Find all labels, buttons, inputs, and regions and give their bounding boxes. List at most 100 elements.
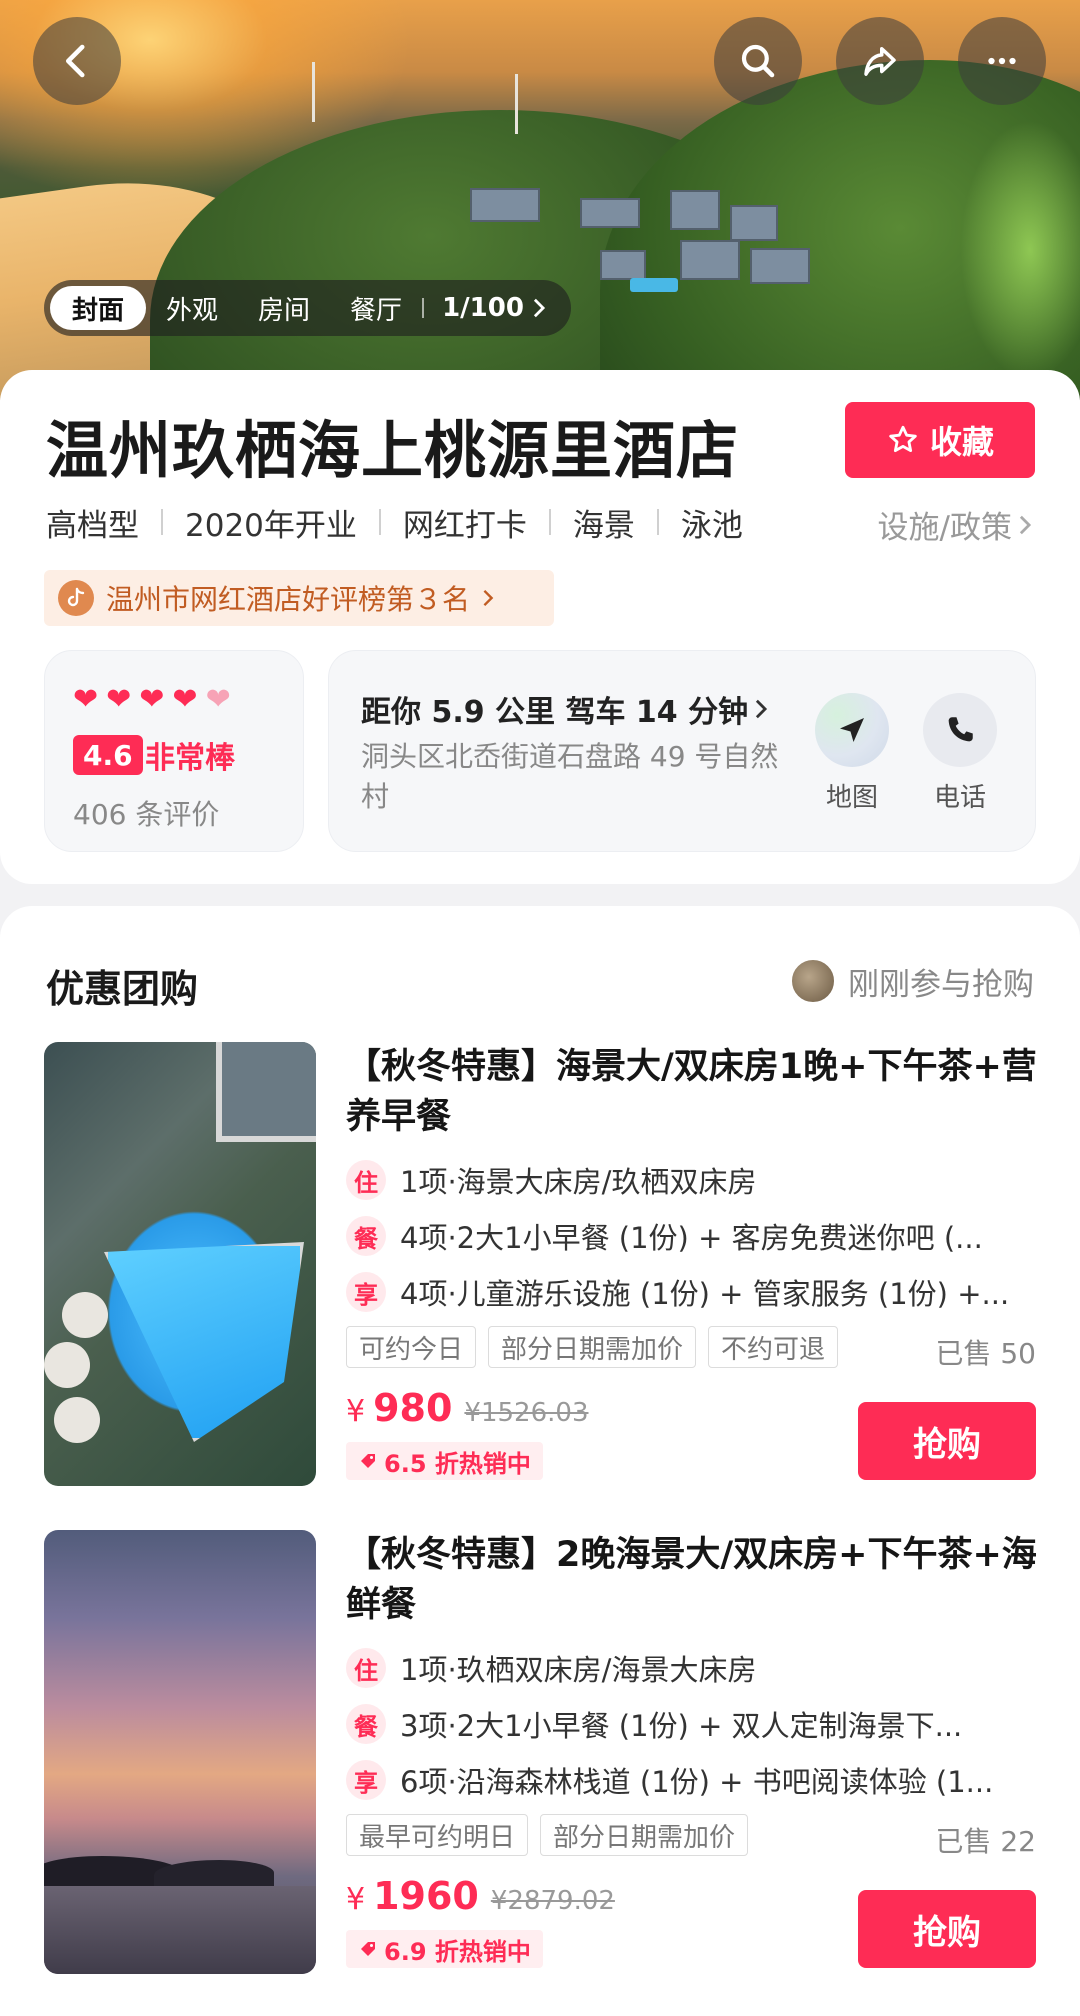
heart-icon: ❤	[139, 682, 165, 717]
recent-purchase-text: 刚刚参与抢购	[848, 966, 1034, 1003]
recent-purchase-hint: 刚刚参与抢购	[790, 958, 1034, 1004]
deal-feature: 住 1项·海景大床房/玖栖双床房	[346, 1160, 1036, 1200]
photo-counter[interactable]: 1/100	[430, 293, 548, 323]
deal-price: ¥ 1960 ¥2879.02	[346, 1874, 615, 1918]
perk-badge: 享	[346, 1760, 386, 1800]
distance-text: 距你 5.9 公里 驾车 14 分钟	[361, 695, 749, 730]
search-button[interactable]	[714, 17, 802, 105]
deal-feature: 餐 3项·2大1小早餐 (1份) + 双人定制海景下...	[346, 1704, 1036, 1744]
deal-chip: 部分日期需加价	[540, 1814, 749, 1856]
original-price: ¥1526.03	[464, 1398, 589, 1428]
photo-category-tabs: 封面 外观 房间 餐厅 1/100	[44, 280, 571, 336]
navigation-arrow-icon	[840, 718, 864, 742]
hero-light	[960, 120, 1080, 380]
ranking-badge[interactable]: 温州市网红酒店好评榜第３名	[44, 570, 554, 626]
villa	[600, 250, 646, 280]
villa	[470, 188, 540, 222]
divider	[422, 298, 425, 318]
deal-chips: 最早可约明日 部分日期需加价	[346, 1814, 749, 1856]
divider	[378, 509, 381, 535]
deal-feature: 餐 4项·2大1小早餐 (1份) + 客房免费迷你吧 (...	[346, 1216, 1036, 1256]
deal-feature: 享 4项·儿童游乐设施 (1份) + 管家服务 (1份) +...	[346, 1272, 1036, 1312]
dining-badge: 餐	[346, 1216, 386, 1256]
hotel-tag: 海景	[572, 507, 635, 544]
deal-chip: 部分日期需加价	[488, 1326, 697, 1368]
review-count: 406 条评价	[73, 798, 220, 831]
rating-card[interactable]: ❤ ❤ ❤ ❤ ❤ 4.6 非常棒 406 条评价	[44, 650, 304, 852]
photo-island	[154, 1860, 274, 1888]
discount-badge: 6.5 折热销中	[346, 1442, 543, 1480]
discount-badge: 6.9 折热销中	[346, 1930, 543, 1968]
phone-label: 电话	[933, 783, 986, 813]
heart-rating: ❤ ❤ ❤ ❤ ❤	[73, 685, 231, 715]
feature-text: 4项·儿童游乐设施 (1份) + 管家服务 (1份) +...	[400, 1277, 1010, 1311]
feature-text: 3项·2大1小早餐 (1份) + 双人定制海景下...	[400, 1709, 963, 1743]
more-icon	[988, 57, 1016, 65]
map-icon-circle	[815, 693, 889, 767]
divider	[548, 509, 551, 535]
hotel-tag: 高档型	[46, 507, 139, 544]
more-button[interactable]	[958, 17, 1046, 105]
chevron-right-icon	[756, 699, 768, 719]
distance-info[interactable]: 距你 5.9 公里 驾车 14 分钟	[361, 687, 768, 731]
feature-text: 6项·沿海森林栈道 (1份) + 书吧阅读体验 (1...	[400, 1765, 994, 1799]
phone-icon-circle	[923, 693, 997, 767]
avatar	[790, 958, 836, 1004]
feature-text: 1项·海景大床房/玖栖双床房	[400, 1165, 757, 1199]
favorite-label: 收藏	[929, 423, 994, 461]
photo-pool	[104, 1242, 304, 1442]
stay-badge: 住	[346, 1160, 386, 1200]
stay-badge: 住	[346, 1648, 386, 1688]
currency-symbol: ¥	[346, 1882, 366, 1917]
group-deals-section: 优惠团购 刚刚参与抢购 【秋冬特惠】海景大/双床房1晚+下午茶+营养早餐 住 1…	[0, 906, 1080, 2016]
tag-icon	[361, 1942, 375, 1956]
deal-chip: 可约今日	[346, 1326, 477, 1368]
deal-card[interactable]: 【秋冬特惠】2晚海景大/双床房+下午茶+海鲜餐 住 1项·玖栖双床房/海景大床房…	[44, 1530, 1037, 1974]
photo-tab-exterior[interactable]: 外观	[146, 286, 238, 330]
deal-image	[44, 1530, 316, 1974]
map-label: 地图	[825, 783, 878, 813]
photo-umbrella	[44, 1342, 90, 1388]
sold-count: 已售 22	[935, 1825, 1036, 1858]
tag-icon	[361, 1454, 375, 1468]
map-button[interactable]: 地图	[807, 693, 897, 814]
heart-icon: ❤	[106, 682, 132, 717]
dining-badge: 餐	[346, 1704, 386, 1744]
deal-image	[44, 1042, 316, 1486]
share-button[interactable]	[836, 17, 924, 105]
hotel-info-card: 温州玖栖海上桃源里酒店 收藏 高档型 2020年开业 网红打卡 海景 泳池 设施…	[0, 370, 1080, 884]
chevron-right-icon	[483, 589, 494, 607]
deal-card[interactable]: 【秋冬特惠】海景大/双床房1晚+下午茶+营养早餐 住 1项·海景大床房/玖栖双床…	[44, 1042, 1037, 1486]
deal-title: 【秋冬特惠】2晚海景大/双床房+下午茶+海鲜餐	[346, 1535, 1037, 1625]
original-price: ¥2879.02	[490, 1886, 615, 1916]
photo-sea	[44, 1886, 316, 1974]
back-arrow-icon	[65, 44, 85, 78]
discount-text: 6.9 折热销中	[384, 1937, 531, 1966]
villa	[730, 205, 778, 241]
heart-icon: ❤	[172, 682, 198, 717]
phone-icon	[948, 717, 973, 742]
photo-tab-cover[interactable]: 封面	[50, 286, 147, 330]
phone-button[interactable]: 电话	[915, 693, 1005, 814]
divider	[161, 509, 163, 535]
facilities-policy-link[interactable]: 设施/政策	[878, 502, 1032, 547]
wind-turbine	[312, 62, 315, 122]
search-icon	[741, 44, 775, 78]
half-heart-icon: ❤	[205, 682, 231, 717]
back-button[interactable]	[33, 17, 121, 105]
hotel-name: 温州玖栖海上桃源里酒店	[46, 414, 740, 487]
photo-tab-restaurant[interactable]: 餐厅	[330, 286, 422, 330]
score-badge: 4.6	[73, 735, 143, 775]
buy-button[interactable]: 抢购	[858, 1402, 1036, 1480]
photo-umbrella	[54, 1397, 100, 1443]
photo-tab-rooms[interactable]: 房间	[238, 286, 330, 330]
deal-feature: 住 1项·玖栖双床房/海景大床房	[346, 1648, 1036, 1688]
favorite-button[interactable]: 收藏	[845, 402, 1035, 478]
feature-text: 4项·2大1小早餐 (1份) + 客房免费迷你吧 (...	[400, 1221, 983, 1255]
chevron-right-icon	[1019, 515, 1032, 534]
photo-umbrella	[62, 1292, 108, 1338]
discount-text: 6.5 折热销中	[384, 1449, 531, 1478]
feature-text: 1项·玖栖双床房/海景大床房	[400, 1653, 757, 1687]
buy-button[interactable]: 抢购	[858, 1890, 1036, 1968]
sold-count: 已售 50	[935, 1337, 1036, 1370]
